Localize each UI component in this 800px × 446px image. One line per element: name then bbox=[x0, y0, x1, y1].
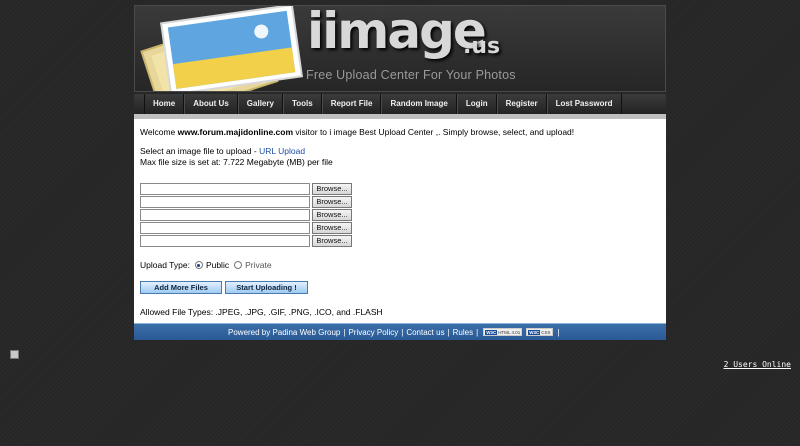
w3c-css-text: CSS bbox=[541, 329, 551, 335]
nav-item-login[interactable]: Login bbox=[456, 94, 497, 114]
file-path-field[interactable] bbox=[140, 235, 310, 247]
allowed-file-types: Allowed File Types: .JPEG, .JPG, .GIF, .… bbox=[140, 307, 383, 317]
file-input-row: Browse... bbox=[140, 222, 352, 235]
nav-item-home[interactable]: Home bbox=[144, 94, 185, 114]
w3c-mark: W3C bbox=[485, 329, 498, 335]
file-path-field[interactable] bbox=[140, 222, 310, 234]
footer-bar: Powered by Padina Web Group | Privacy Po… bbox=[134, 323, 666, 340]
w3c-css-badge[interactable]: W3C CSS bbox=[526, 328, 553, 336]
browse-button[interactable]: Browse... bbox=[312, 235, 352, 247]
upload-panel: Welcome www.forum.majidonline.com visito… bbox=[134, 114, 666, 323]
header-banner: iimage .us Free Upload Center For Your P… bbox=[134, 5, 666, 92]
file-input-list: Browse... Browse... Browse... Browse... … bbox=[140, 183, 352, 248]
public-radio[interactable] bbox=[194, 261, 203, 269]
footer-separator: | bbox=[476, 327, 479, 337]
footer-separator: | bbox=[343, 327, 346, 337]
select-prefix: Select an image file to upload - bbox=[140, 146, 260, 156]
footer-separator: | bbox=[447, 327, 450, 337]
nav-item-report-file[interactable]: Report File bbox=[321, 94, 382, 114]
stats-icon[interactable] bbox=[10, 350, 19, 359]
welcome-suffix: visitor to i image Best Upload Center ,.… bbox=[293, 127, 575, 137]
w3c-html-badge[interactable]: W3C HTML 4.01 bbox=[483, 328, 523, 336]
users-online-link[interactable]: 2 Users Online bbox=[724, 360, 791, 369]
page-wrapper: iimage .us Free Upload Center For Your P… bbox=[134, 5, 666, 340]
upload-actions: Add More Files Start Uploading ! bbox=[140, 281, 308, 294]
photo-stack-graphic bbox=[140, 6, 304, 91]
main-navigation: Home About Us Gallery Tools Report File … bbox=[134, 94, 666, 114]
privacy-policy-link[interactable]: Privacy Policy bbox=[348, 328, 398, 337]
nav-item-lost-password[interactable]: Lost Password bbox=[546, 94, 622, 114]
footer-separator: | bbox=[401, 327, 404, 337]
nav-item-tools[interactable]: Tools bbox=[282, 94, 322, 114]
nav-item-random-image[interactable]: Random Image bbox=[381, 94, 457, 114]
file-input-row: Browse... bbox=[140, 209, 352, 222]
file-path-field[interactable] bbox=[140, 196, 310, 208]
select-instruction: Select an image file to upload - URL Upl… bbox=[140, 146, 305, 156]
upload-type-group: Upload Type: Public Private bbox=[140, 260, 272, 270]
browse-button[interactable]: Browse... bbox=[312, 196, 352, 208]
welcome-site-name: www.forum.majidonline.com bbox=[177, 127, 294, 137]
footer-separator: | bbox=[557, 327, 560, 337]
upload-type-label: Upload Type: bbox=[140, 260, 190, 270]
contact-us-link[interactable]: Contact us bbox=[406, 328, 444, 337]
browse-button[interactable]: Browse... bbox=[312, 183, 352, 195]
nav-item-gallery[interactable]: Gallery bbox=[237, 94, 283, 114]
add-more-files-button[interactable]: Add More Files bbox=[140, 281, 222, 294]
w3c-html-text: HTML 4.01 bbox=[498, 329, 521, 335]
private-label: Private bbox=[245, 260, 272, 270]
rules-link[interactable]: Rules bbox=[453, 328, 473, 337]
start-uploading-button[interactable]: Start Uploading ! bbox=[225, 281, 308, 294]
public-label: Public bbox=[205, 260, 230, 270]
welcome-prefix: Welcome bbox=[140, 127, 178, 137]
file-path-field[interactable] bbox=[140, 183, 310, 195]
welcome-message: Welcome www.forum.majidonline.com visito… bbox=[140, 127, 574, 137]
file-path-field[interactable] bbox=[140, 209, 310, 221]
powered-by-link[interactable]: Powered by Padina Web Group bbox=[228, 328, 340, 337]
file-input-row: Browse... bbox=[140, 196, 352, 209]
url-upload-link[interactable]: URL Upload bbox=[259, 146, 305, 156]
browse-button[interactable]: Browse... bbox=[312, 222, 352, 234]
private-radio[interactable] bbox=[234, 261, 243, 269]
site-logo-extension: .us bbox=[463, 34, 501, 59]
w3c-mark: W3C bbox=[528, 329, 541, 335]
site-logo[interactable]: iimage bbox=[307, 6, 487, 60]
nav-item-about-us[interactable]: About Us bbox=[184, 94, 238, 114]
browse-button[interactable]: Browse... bbox=[312, 209, 352, 221]
file-input-row: Browse... bbox=[140, 183, 352, 196]
file-input-row: Browse... bbox=[140, 235, 352, 248]
site-tagline: Free Upload Center For Your Photos bbox=[306, 68, 516, 82]
max-file-size-note: Max file size is set at: 7.722 Megabyte … bbox=[140, 157, 333, 167]
nav-item-register[interactable]: Register bbox=[496, 94, 547, 114]
